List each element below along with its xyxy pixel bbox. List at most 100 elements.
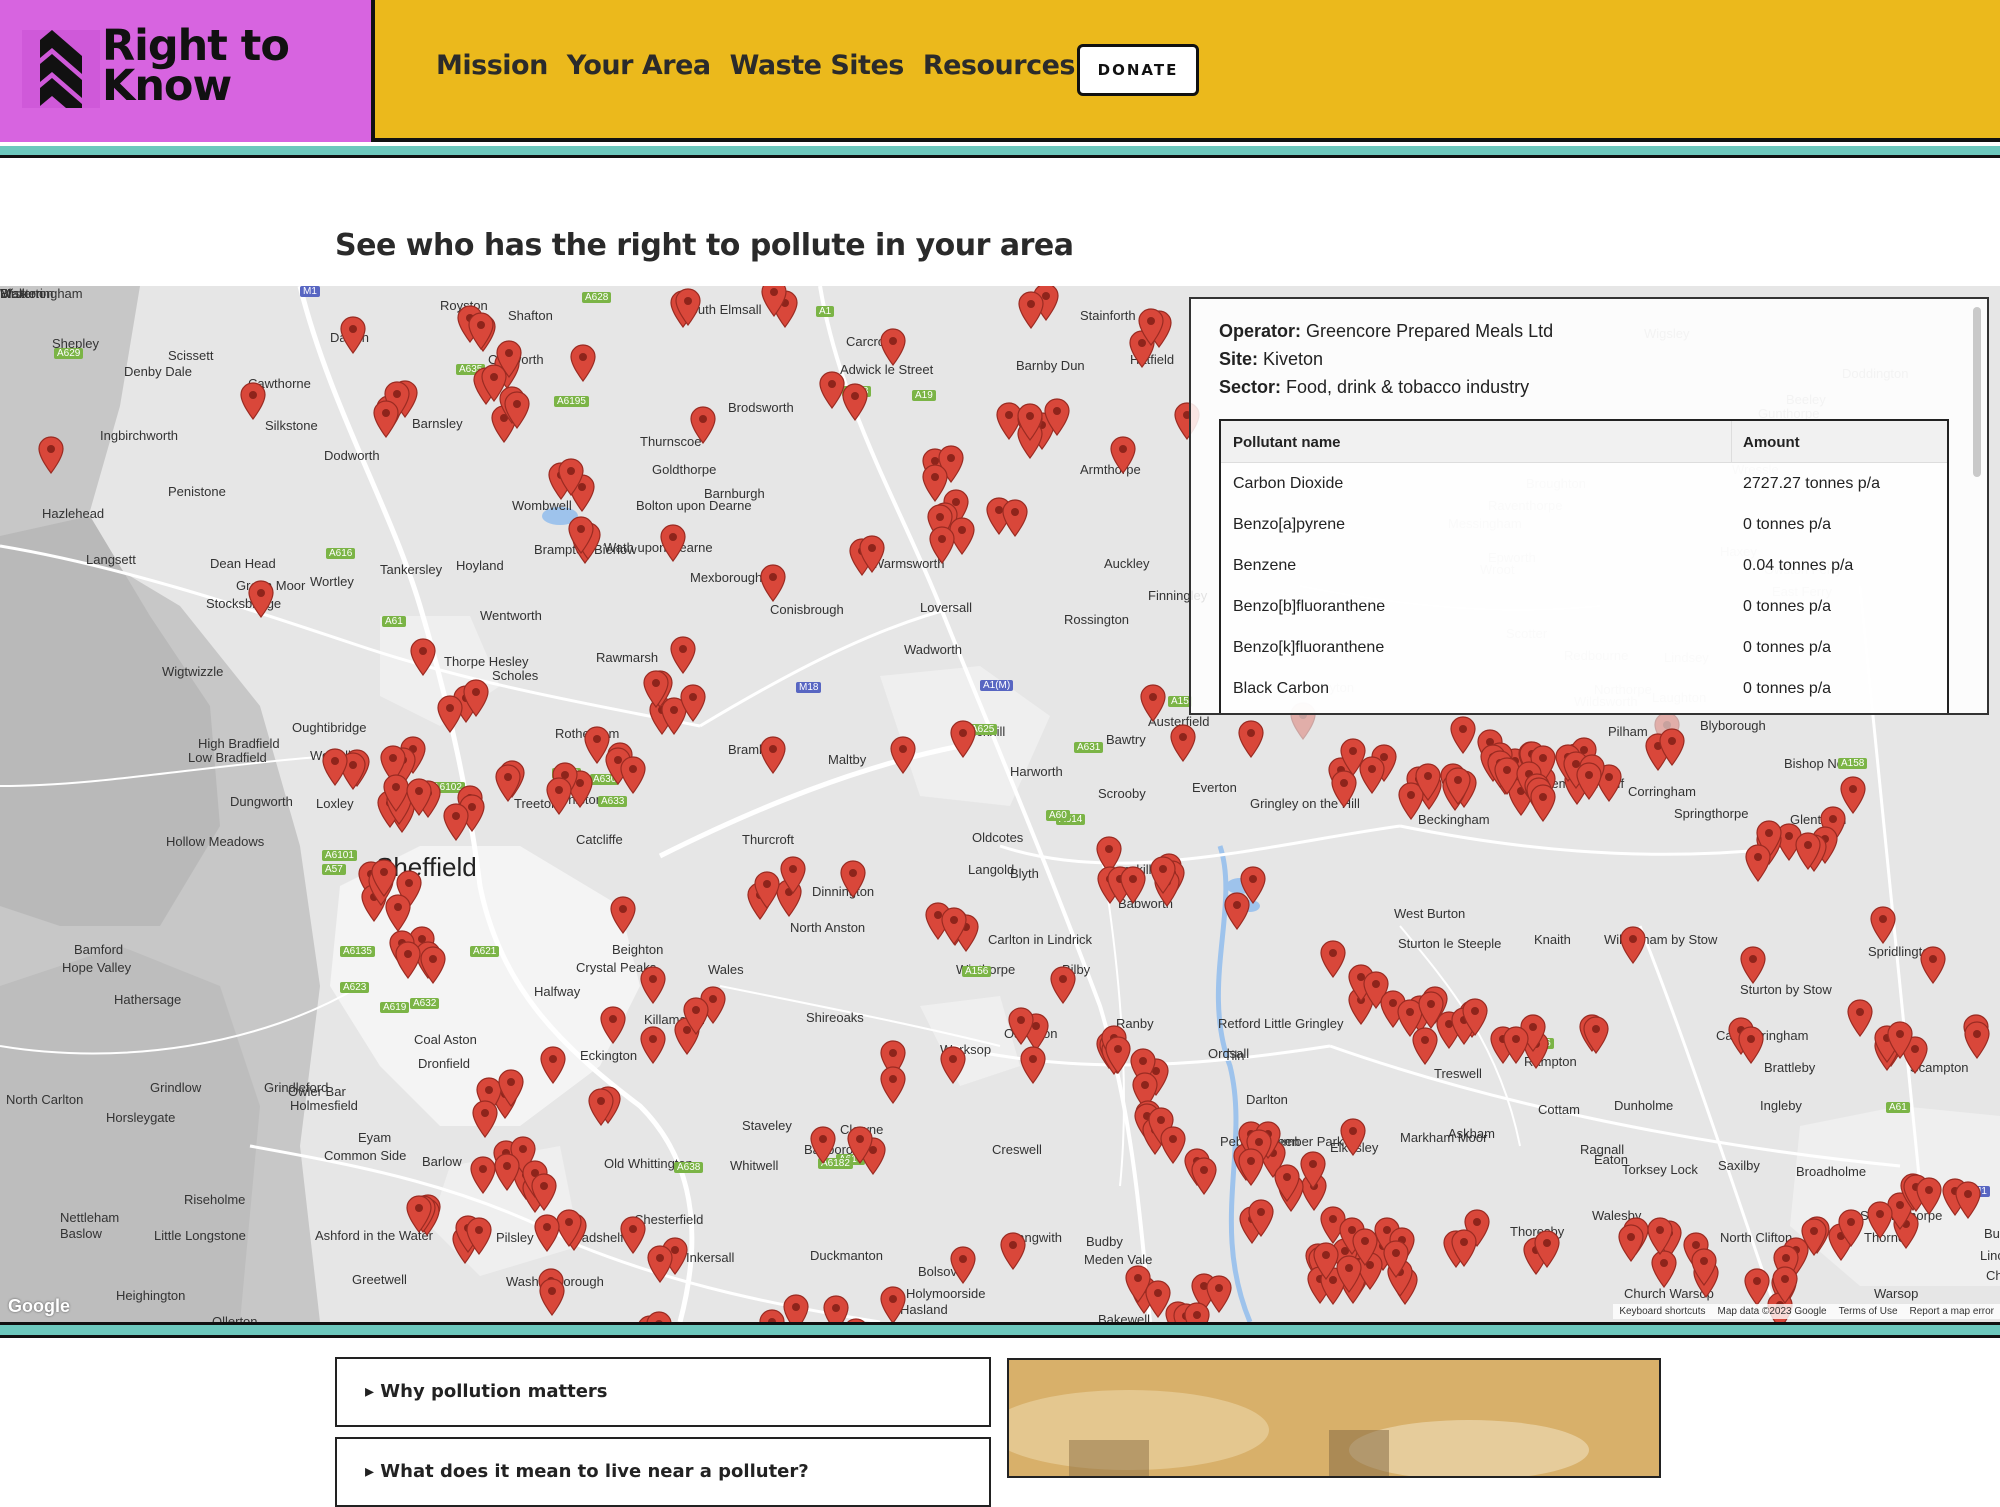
pollution-marker-icon[interactable]	[1462, 998, 1488, 1036]
pollution-marker-icon[interactable]	[570, 344, 596, 382]
keyboard-shortcuts-link[interactable]: Keyboard shortcuts	[1619, 1306, 1705, 1317]
pollution-marker-icon[interactable]	[847, 1126, 873, 1164]
pollution-marker-icon[interactable]	[1191, 1157, 1217, 1195]
pollution-marker-icon[interactable]	[1450, 716, 1476, 754]
pollution-marker-icon[interactable]	[1847, 999, 1873, 1037]
pollution-marker-icon[interactable]	[558, 458, 584, 496]
pollution-marker-icon[interactable]	[443, 803, 469, 841]
pollution-marker-icon[interactable]	[546, 777, 572, 815]
pollution-marker-icon[interactable]	[941, 907, 967, 945]
pollution-marker-icon[interactable]	[647, 1245, 673, 1283]
pollution-marker-icon[interactable]	[950, 720, 976, 758]
pollution-marker-icon[interactable]	[406, 1195, 432, 1233]
pollution-marker-icon[interactable]	[496, 340, 522, 378]
pollution-marker-icon[interactable]	[466, 1217, 492, 1255]
pollution-marker-icon[interactable]	[495, 764, 521, 802]
pollution-marker-icon[interactable]	[1691, 1248, 1717, 1286]
pollution-marker-icon[interactable]	[1352, 1228, 1378, 1266]
pollution-marker-icon[interactable]	[1000, 1232, 1026, 1270]
pollution-marker-icon[interactable]	[395, 941, 421, 979]
pollution-marker-icon[interactable]	[468, 312, 494, 350]
pollution-marker-icon[interactable]	[1451, 1229, 1477, 1267]
pollution-marker-icon[interactable]	[1274, 1164, 1300, 1202]
pollution-marker-icon[interactable]	[840, 860, 866, 898]
pollution-marker-icon[interactable]	[670, 636, 696, 674]
col-pollutant-name[interactable]: Pollutant name	[1233, 434, 1341, 451]
pollution-marker-icon[interactable]	[680, 684, 706, 722]
pollutant-table[interactable]: Pollutant name Amount Carbon Dioxide 272…	[1219, 419, 1949, 713]
pollution-marker-icon[interactable]	[38, 436, 64, 474]
nav-your-area[interactable]: Your Area	[567, 50, 711, 81]
pollution-marker-icon[interactable]	[1150, 856, 1176, 894]
nav-mission[interactable]: Mission	[436, 50, 548, 81]
pollution-marker-icon[interactable]	[1017, 403, 1043, 441]
pollution-marker-icon[interactable]	[470, 1156, 496, 1194]
pollution-marker-icon[interactable]	[1415, 763, 1441, 801]
pollution-marker-icon[interactable]	[1340, 1118, 1366, 1156]
pollution-marker-icon[interactable]	[640, 1026, 666, 1064]
pollution-marker-icon[interactable]	[610, 896, 636, 934]
pollution-marker-icon[interactable]	[248, 580, 274, 618]
pollution-marker-icon[interactable]	[1240, 866, 1266, 904]
pollution-marker-icon[interactable]	[410, 638, 436, 676]
pollution-marker-icon[interactable]	[1044, 398, 1070, 436]
pollution-marker-icon[interactable]	[1238, 720, 1264, 758]
pollution-marker-icon[interactable]	[1659, 728, 1685, 766]
pollution-marker-icon[interactable]	[1018, 291, 1044, 329]
pollution-marker-icon[interactable]	[780, 856, 806, 894]
pollution-marker-icon[interactable]	[1620, 926, 1646, 964]
pollution-marker-icon[interactable]	[1801, 1218, 1827, 1256]
pollution-marker-icon[interactable]	[1418, 991, 1444, 1029]
pollution-marker-icon[interactable]	[1248, 1199, 1274, 1237]
pollution-marker-icon[interactable]	[1050, 966, 1076, 1004]
pollution-marker-icon[interactable]	[1120, 866, 1146, 904]
pollution-marker-icon[interactable]	[760, 564, 786, 602]
pollution-marker-icon[interactable]	[371, 859, 397, 897]
pollution-marker-icon[interactable]	[1576, 762, 1602, 800]
site-info-window[interactable]: Operator: Greencore Prepared Meals Ltd S…	[1189, 297, 1989, 715]
pollution-marker-icon[interactable]	[759, 1309, 785, 1322]
pollution-marker-icon[interactable]	[531, 1173, 557, 1211]
pollution-marker-icon[interactable]	[760, 736, 786, 774]
pollution-marker-icon[interactable]	[504, 391, 530, 429]
pollution-marker-icon[interactable]	[880, 328, 906, 366]
pollution-marker-icon[interactable]	[420, 946, 446, 984]
pollution-marker-icon[interactable]	[498, 1069, 524, 1107]
pollution-marker-icon[interactable]	[1534, 1230, 1560, 1268]
pollution-marker-icon[interactable]	[1745, 844, 1771, 882]
pollution-marker-icon[interactable]	[539, 1278, 565, 1316]
pollution-marker-icon[interactable]	[1300, 1151, 1326, 1189]
pollution-marker-icon[interactable]	[1105, 1036, 1131, 1074]
pollution-marker-icon[interactable]	[823, 1295, 849, 1322]
pollution-marker-icon[interactable]	[1140, 684, 1166, 722]
pollution-marker-icon[interactable]	[1320, 940, 1346, 978]
pollution-marker-icon[interactable]	[1313, 1242, 1339, 1280]
nav-resources[interactable]: Resources	[923, 50, 1076, 81]
pollution-marker-icon[interactable]	[1651, 1250, 1677, 1288]
pollution-marker-icon[interactable]	[761, 286, 787, 317]
pollution-marker-icon[interactable]	[1138, 308, 1164, 346]
pollution-marker-icon[interactable]	[620, 1216, 646, 1254]
pollution-marker-icon[interactable]	[1020, 1046, 1046, 1084]
pollution-marker-icon[interactable]	[675, 288, 701, 326]
pollution-marker-icon[interactable]	[373, 400, 399, 438]
pollution-marker-icon[interactable]	[1445, 767, 1471, 805]
pollution-marker-icon[interactable]	[940, 1046, 966, 1084]
pollution-marker-icon[interactable]	[1110, 436, 1136, 474]
pollution-marker-icon[interactable]	[600, 1006, 626, 1044]
nav-waste-sites[interactable]: Waste Sites	[730, 50, 905, 81]
pollution-marker-icon[interactable]	[1184, 1302, 1210, 1322]
pollution-marker-icon[interactable]	[540, 1046, 566, 1084]
pollution-marker-icon[interactable]	[859, 535, 885, 573]
pollution-marker-icon[interactable]	[690, 406, 716, 444]
pollution-marker-icon[interactable]	[1530, 784, 1556, 822]
pollution-marker-icon[interactable]	[819, 371, 845, 409]
pollution-marker-icon[interactable]	[929, 526, 955, 564]
pollution-marker-icon[interactable]	[568, 516, 594, 554]
logo[interactable]: Right to Know	[0, 0, 375, 142]
pollution-marker-icon[interactable]	[1618, 1224, 1644, 1262]
pollution-marker-icon[interactable]	[783, 1294, 809, 1322]
pollution-marker-icon[interactable]	[1583, 1016, 1609, 1054]
pollution-marker-icon[interactable]	[534, 1214, 560, 1252]
pollution-marker-icon[interactable]	[406, 778, 432, 816]
